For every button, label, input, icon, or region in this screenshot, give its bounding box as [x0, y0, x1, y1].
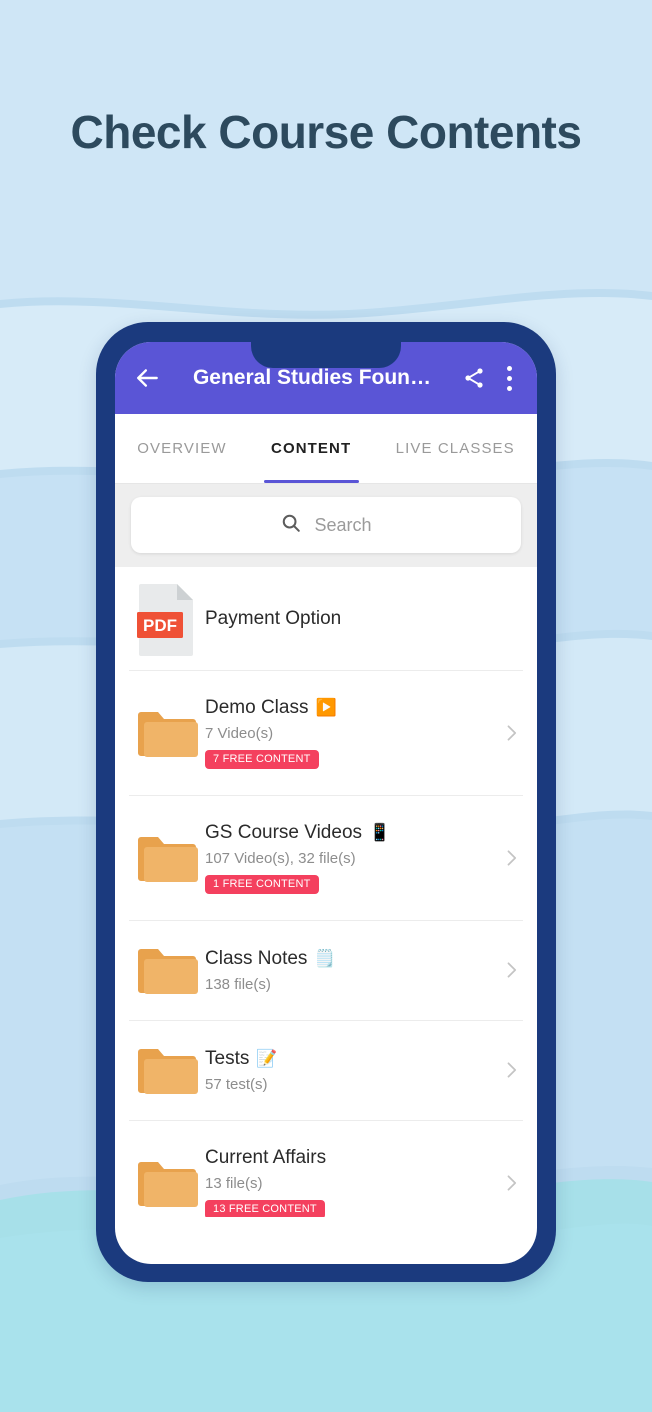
pdf-file-icon: PDF — [129, 582, 205, 656]
memo-icon: 📝 — [256, 1049, 278, 1068]
free-content-badge: 1 FREE CONTENT — [205, 874, 319, 894]
folder-icon — [129, 832, 205, 884]
list-item[interactable]: Class Notes 🗒️ 138 file(s) — [115, 920, 537, 1020]
phone-mockup: General Studies Foun… OVERVIEW CONTENT L… — [96, 322, 556, 1282]
app-bar: General Studies Foun… — [115, 342, 537, 414]
tab-live-classes[interactable]: LIVE CLASSES — [373, 414, 537, 483]
list-item[interactable]: Current Affairs 13 file(s) 13 FREE CONTE… — [115, 1120, 537, 1217]
list-item-title: GS Course Videos — [205, 821, 363, 843]
phone-screen: General Studies Foun… OVERVIEW CONTENT L… — [115, 342, 537, 1264]
list-item-body: Tests 📝 57 test(s) — [205, 1044, 491, 1097]
app-bar-title: General Studies Foun… — [192, 366, 432, 389]
overflow-menu-icon[interactable] — [495, 359, 523, 397]
free-content-badge: 13 FREE CONTENT — [205, 1199, 325, 1217]
page-title: Check Course Contents — [70, 106, 582, 158]
list-item-subtitle: 57 test(s) — [205, 1075, 268, 1093]
list-item[interactable]: Tests 📝 57 test(s) — [115, 1020, 537, 1120]
svg-text:PDF: PDF — [143, 616, 177, 635]
list-item[interactable]: PDF Payment Option — [115, 567, 537, 670]
list-item-subtitle: 107 Video(s), 32 file(s) — [205, 849, 356, 867]
menu-dot — [506, 365, 512, 371]
list-item-title: Class Notes — [205, 947, 308, 969]
list-item-body: Current Affairs 13 file(s) 13 FREE CONTE… — [205, 1143, 491, 1217]
list-item-body: GS Course Videos 📱 107 Video(s), 32 file… — [205, 818, 491, 898]
list-item-body: Payment Option — [205, 604, 491, 634]
list-item-subtitle: 7 Video(s) — [205, 724, 274, 742]
list-item-title: Payment Option — [205, 607, 342, 629]
mobile-phone-icon: 📱 — [369, 823, 391, 842]
tab-overview[interactable]: OVERVIEW — [115, 414, 249, 483]
share-icon[interactable] — [457, 361, 491, 395]
list-item-title-row: Demo Class ▶️ — [205, 697, 491, 719]
list-item-title: Current Affairs — [205, 1146, 327, 1168]
menu-dot — [506, 385, 512, 391]
list-item-title: Tests — [205, 1047, 250, 1069]
chevron-right-icon[interactable] — [491, 1173, 521, 1193]
list-item-title: Demo Class — [205, 696, 309, 718]
tab-content[interactable]: CONTENT — [249, 414, 374, 483]
list-item-title-row: Current Affairs — [205, 1147, 491, 1169]
search-section: Search — [115, 484, 537, 567]
menu-dot — [506, 375, 512, 381]
search-icon — [280, 512, 302, 539]
search-placeholder: Search — [314, 514, 372, 535]
folder-icon — [129, 707, 205, 759]
play-button-icon: ▶️ — [315, 698, 337, 717]
list-item-subtitle: 13 file(s) — [205, 1174, 263, 1192]
list-item-title-row: Tests 📝 — [205, 1048, 491, 1070]
search-input[interactable]: Search — [131, 497, 521, 553]
list-item-title-row: Class Notes 🗒️ — [205, 948, 491, 970]
chevron-right-icon[interactable] — [491, 960, 521, 980]
list-item[interactable]: GS Course Videos 📱 107 Video(s), 32 file… — [115, 795, 537, 920]
content-list[interactable]: PDF Payment Option Demo Class ▶️ 7 Video… — [115, 567, 537, 1217]
list-item-subtitle: 138 file(s) — [205, 975, 271, 993]
chevron-right-icon[interactable] — [491, 848, 521, 868]
notepad-icon: 🗒️ — [314, 949, 336, 968]
folder-icon — [129, 944, 205, 996]
list-item-body: Class Notes 🗒️ 138 file(s) — [205, 944, 491, 997]
folder-icon — [129, 1044, 205, 1096]
chevron-right-icon[interactable] — [491, 1060, 521, 1080]
list-item-title-row: GS Course Videos 📱 — [205, 822, 491, 844]
folder-icon — [129, 1157, 205, 1209]
list-item[interactable]: Demo Class ▶️ 7 Video(s) 7 FREE CONTENT — [115, 670, 537, 795]
back-arrow-icon[interactable] — [129, 359, 167, 397]
list-item-body: Demo Class ▶️ 7 Video(s) 7 FREE CONTENT — [205, 693, 491, 773]
tab-bar: OVERVIEW CONTENT LIVE CLASSES — [115, 414, 537, 484]
chevron-right-icon[interactable] — [491, 723, 521, 743]
free-content-badge: 7 FREE CONTENT — [205, 749, 319, 769]
phone-notch — [251, 342, 401, 368]
